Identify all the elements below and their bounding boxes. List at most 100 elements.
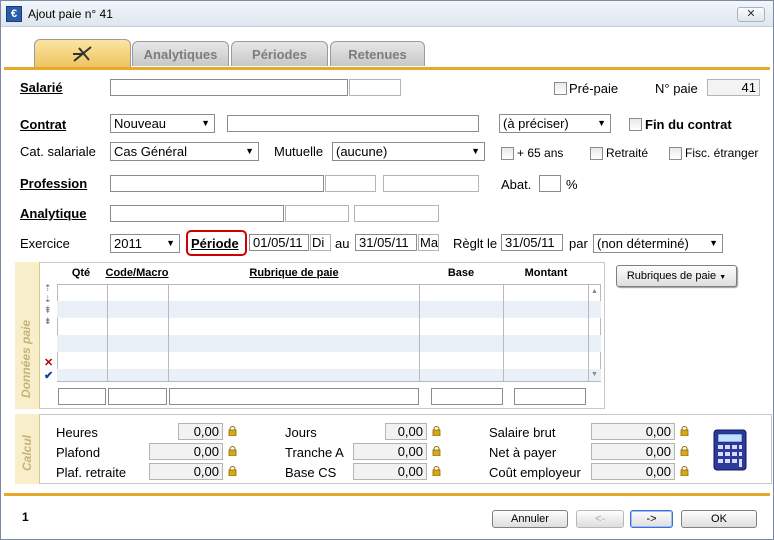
- col-header-qte[interactable]: Qté: [67, 267, 95, 279]
- exercice-value: 2011: [114, 236, 142, 251]
- mutuelle-value: (aucune): [336, 144, 388, 159]
- close-button[interactable]: ✕: [737, 7, 765, 22]
- analytique-code-field: [285, 205, 349, 222]
- next-button[interactable]: ->: [630, 510, 673, 528]
- grid-divider: [168, 284, 169, 382]
- tab-main[interactable]: [34, 39, 131, 67]
- reglt-date-input[interactable]: 31/05/11: [501, 234, 563, 251]
- mutuelle-label: Mutuelle: [274, 144, 324, 159]
- plafond-label: Plafond: [56, 445, 101, 460]
- salaire-brut-label: Salaire brut: [489, 425, 556, 440]
- footer-divider: [4, 493, 770, 496]
- chevron-down-icon: ▼: [597, 118, 606, 128]
- payroll-dialog: € Ajout paie n° 41 ✕ Analytiques Période…: [0, 0, 774, 540]
- col-header-rubrique[interactable]: Rubrique de paie: [169, 267, 419, 279]
- ok-button[interactable]: OK: [681, 510, 757, 528]
- previous-button[interactable]: <-: [576, 510, 624, 528]
- donnees-paie-side-label: Données paie: [19, 319, 33, 398]
- percent-label: %: [566, 177, 578, 192]
- col-header-code[interactable]: Code/Macro: [101, 267, 173, 279]
- salarie-input[interactable]: [110, 79, 348, 96]
- contrat-label[interactable]: Contrat: [20, 117, 66, 132]
- col-header-base[interactable]: Base: [421, 267, 501, 279]
- no-paie-field: 41: [707, 79, 760, 96]
- base-input[interactable]: [431, 388, 503, 405]
- reglement-mode-select[interactable]: (non déterminé) ▼: [593, 234, 723, 253]
- contrat-preciser-value: (à préciser): [503, 116, 569, 131]
- periode-label[interactable]: Période: [191, 236, 239, 251]
- rubriques-paie-button[interactable]: Rubriques de paie ▼: [616, 265, 737, 287]
- contrat-detail-input[interactable]: [227, 115, 479, 132]
- cat-salariale-select[interactable]: Cas Général ▼: [110, 142, 259, 161]
- periode-end-input[interactable]: 31/05/11: [355, 234, 417, 251]
- window-title: Ajout paie n° 41: [28, 7, 113, 21]
- retraite-checkbox[interactable]: [590, 147, 603, 160]
- montant-input[interactable]: [514, 388, 586, 405]
- validate-row-icon[interactable]: ✔: [44, 369, 53, 382]
- jours-label: Jours: [285, 425, 317, 440]
- code-input[interactable]: [108, 388, 167, 405]
- contrat-preciser-select[interactable]: (à préciser) ▼: [499, 114, 611, 133]
- app-euro-icon: €: [6, 6, 22, 22]
- tab-retenues[interactable]: Retenues: [330, 41, 425, 66]
- net-payer-label: Net à payer: [489, 445, 557, 460]
- periode-start-day: Di: [310, 234, 331, 251]
- lock-icon: [432, 446, 441, 456]
- calcul-side-label: Calcul: [20, 434, 34, 471]
- cat-salariale-label: Cat. salariale: [20, 144, 96, 159]
- abat-input[interactable]: [539, 175, 561, 192]
- grid-divider: [503, 284, 504, 382]
- mutuelle-select[interactable]: (aucune) ▼: [332, 142, 485, 161]
- delete-row-icon[interactable]: ✕: [44, 356, 53, 369]
- reglement-mode-value: (non déterminé): [597, 236, 689, 251]
- scroll-down-icon[interactable]: ▼: [591, 371, 598, 378]
- lock-icon: [680, 426, 689, 436]
- plaf-retraite-label: Plaf. retraite: [56, 465, 127, 480]
- analytique-input[interactable]: [110, 205, 284, 222]
- cat-salariale-value: Cas Général: [114, 144, 187, 159]
- grid-divider: [419, 284, 420, 382]
- tab-periodes[interactable]: Périodes: [231, 41, 328, 66]
- pre-paie-checkbox[interactable]: [554, 82, 567, 95]
- salaire-brut-field: 0,00: [591, 423, 675, 440]
- lock-icon: [432, 466, 441, 476]
- fin-contrat-checkbox[interactable]: [629, 118, 642, 131]
- profession-input[interactable]: [110, 175, 324, 192]
- chevron-down-icon: ▼: [709, 238, 718, 248]
- contrat-type-select[interactable]: Nouveau ▼: [110, 114, 215, 133]
- salarie-label[interactable]: Salarié: [20, 80, 63, 95]
- base-cs-field: 0,00: [353, 463, 427, 480]
- no-paie-label: N° paie: [655, 81, 698, 96]
- periode-start-input[interactable]: 01/05/11: [249, 234, 309, 251]
- par-label: par: [569, 236, 588, 251]
- move-row-icons[interactable]: ⇡ ⇣ ⇞ ⇟: [44, 283, 52, 327]
- col-header-montant[interactable]: Montant: [505, 267, 587, 279]
- grid-divider: [588, 284, 589, 382]
- cancel-button[interactable]: Annuler: [492, 510, 568, 528]
- lock-icon: [228, 466, 237, 476]
- table-row[interactable]: [57, 301, 601, 318]
- analytique-label[interactable]: Analytique: [20, 206, 86, 221]
- scroll-up-icon[interactable]: ▲: [591, 288, 598, 295]
- calculator-icon[interactable]: [713, 429, 747, 471]
- base-cs-label: Base CS: [285, 465, 337, 480]
- heures-field: 0,00: [178, 423, 223, 440]
- table-row[interactable]: [57, 369, 601, 381]
- profession-label[interactable]: Profession: [20, 176, 87, 191]
- title-bar: € Ajout paie n° 41 ✕: [1, 1, 773, 27]
- pre-paie-label: Pré-paie: [569, 81, 619, 96]
- tranche-a-label: Tranche A: [285, 445, 344, 460]
- fisc-etranger-checkbox[interactable]: [669, 147, 682, 160]
- exercice-select[interactable]: 2011 ▼: [110, 234, 180, 253]
- calcul-sidebar: Calcul: [15, 414, 40, 484]
- chevron-down-icon: ▼: [201, 118, 210, 128]
- rubrique-input[interactable]: [169, 388, 419, 405]
- plus65-checkbox[interactable]: [501, 147, 514, 160]
- plafond-field: 0,00: [149, 443, 223, 460]
- reglt-label: Règlt le: [453, 236, 498, 251]
- qte-input[interactable]: [58, 388, 106, 405]
- tab-main-icon: [72, 46, 92, 62]
- tab-analytiques[interactable]: Analytiques: [132, 41, 229, 66]
- table-row[interactable]: [57, 335, 601, 352]
- payroll-grid[interactable]: [57, 284, 601, 382]
